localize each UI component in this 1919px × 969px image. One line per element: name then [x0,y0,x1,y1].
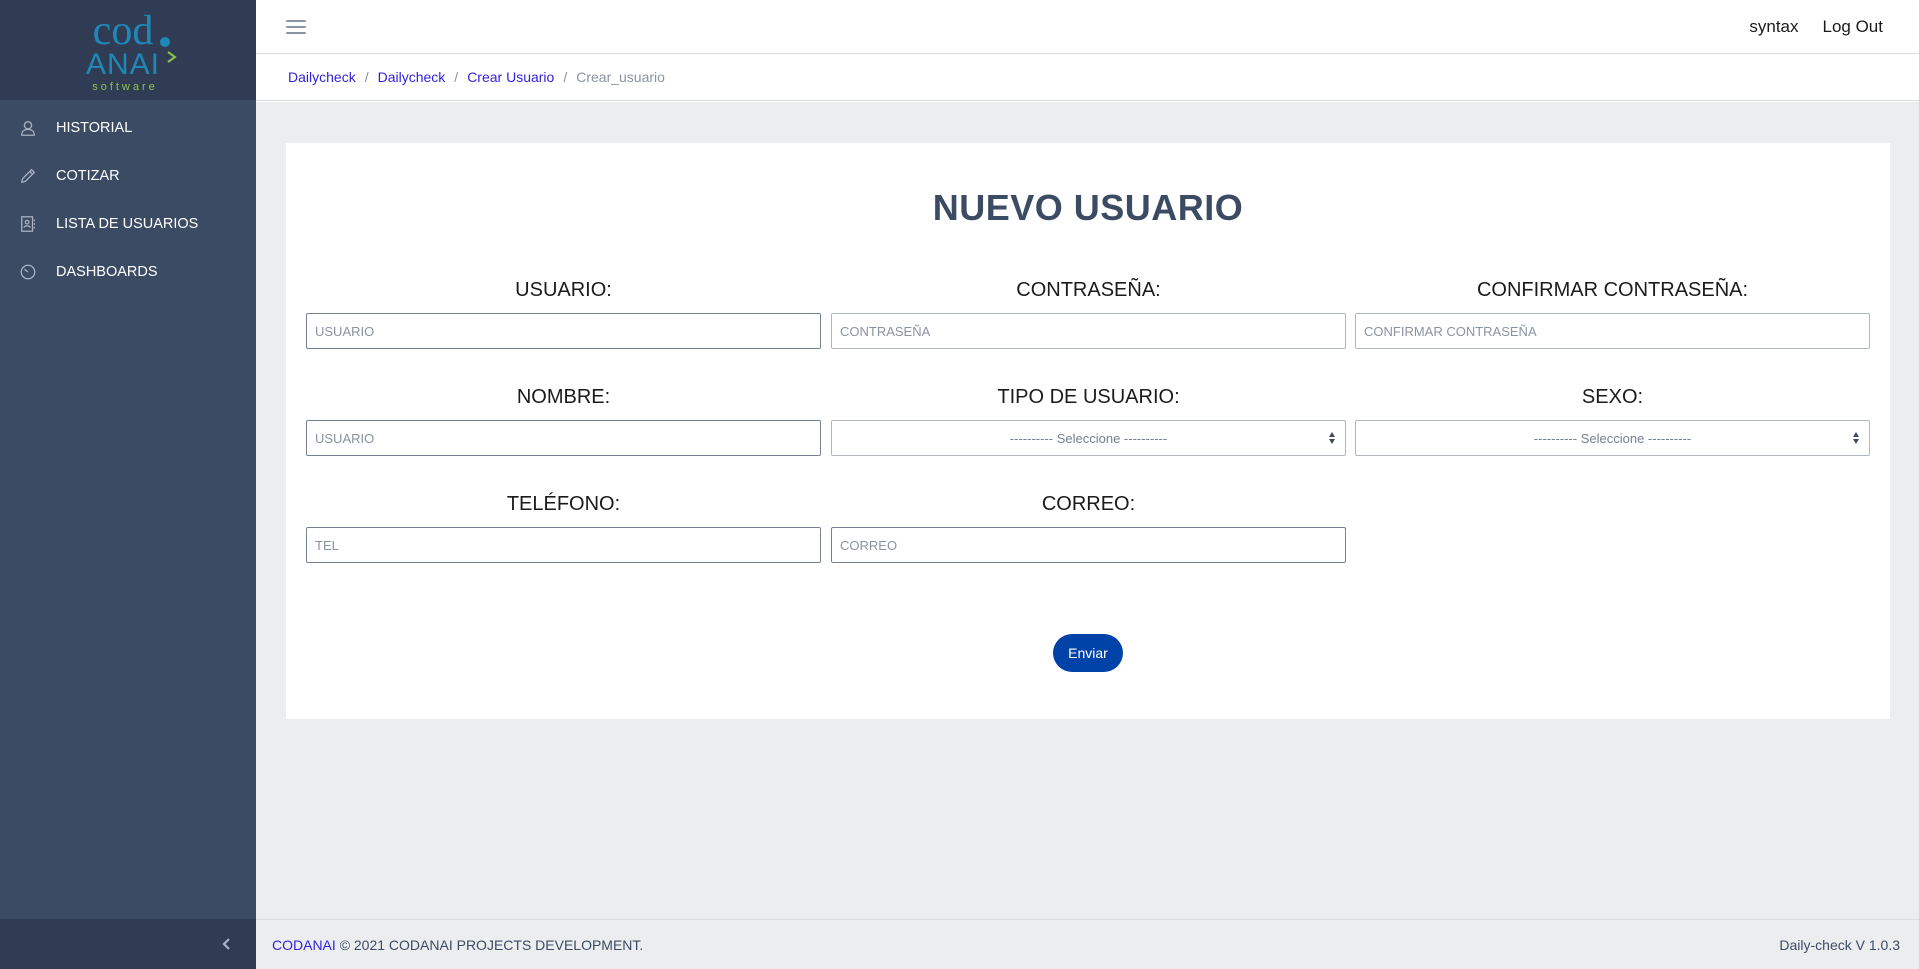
breadcrumb: Dailycheck / Dailycheck / Crear Usuario … [256,54,1919,101]
user-icon [18,118,38,138]
correo-field: CORREO: [831,492,1346,563]
usuario-input[interactable] [306,313,821,349]
header: syntax Log Out Dailycheck / Dailycheck /… [256,0,1919,102]
header-nav: syntax Log Out [1749,17,1883,37]
nombre-label: NOMBRE: [516,386,611,408]
breadcrumb-item[interactable]: Dailycheck [378,69,446,85]
contrasena-field: CONTRASEÑA: [831,278,1346,349]
header-top: syntax Log Out [256,0,1919,54]
logout-link[interactable]: Log Out [1823,17,1884,37]
select-arrows-icon [1329,432,1335,444]
tipo-usuario-field: TIPO DE USUARIO: ---------- Seleccione -… [831,385,1346,456]
sexo-field: SEXO: ---------- Seleccione ---------- [1355,385,1870,456]
sidebar-item-dashboards[interactable]: DASHBOARDS [0,248,256,296]
sidebar-nav: HISTORIAL COTIZAR LISTA DE USUARIOS DASH… [0,100,256,296]
hamburger-icon[interactable] [286,17,306,37]
breadcrumb-separator: / [364,69,369,85]
footer: CODANAI © 2021 CODANAI PROJECTS DEVELOPM… [256,919,1919,969]
new-user-form-card: NUEVO USUARIO USUARIO: CONTRASEÑA: CONFI… [286,143,1890,719]
sidebar-item-label: COTIZAR [56,168,120,184]
contrasena-input[interactable] [831,313,1346,349]
footer-copyright-text: © 2021 CODANAI PROJECTS DEVELOPMENT. [339,936,644,953]
breadcrumb-separator: / [563,69,568,85]
svg-text:ANAI: ANAI [86,48,160,81]
contrasena-label: CONTRASEÑA: [1016,279,1161,301]
speedometer-icon [18,262,38,282]
sexo-label: SEXO: [1581,386,1644,408]
breadcrumb-separator: / [454,69,459,85]
sexo-select[interactable]: ---------- Seleccione ---------- [1355,420,1870,456]
sidebar-item-lista-de-usuarios[interactable]: LISTA DE USUARIOS [0,200,256,248]
breadcrumb-item[interactable]: Dailycheck [288,69,356,85]
nombre-input[interactable] [306,420,821,456]
telefono-input[interactable] [306,527,821,563]
correo-input[interactable] [831,527,1346,563]
breadcrumb-item[interactable]: Crear Usuario [467,69,554,85]
svg-text:software: software [92,81,158,93]
footer-version: Daily-check V 1.0.3 [1779,936,1900,953]
codanai-logo: cod ANAI software [86,8,177,93]
footer-codanai-link[interactable]: CODANAI [272,937,336,953]
confirmar-contrasena-label: CONFIRMAR CONTRASEÑA: [1476,279,1749,301]
telefono-label: TELÉFONO: [506,493,621,515]
confirmar-contrasena-field: CONFIRMAR CONTRASEÑA: [1355,278,1870,349]
correo-label: CORREO: [1041,493,1136,515]
nombre-field: NOMBRE: [306,385,821,456]
sexo-selected: ---------- Seleccione ---------- [1533,430,1692,446]
footer-copyright: CODANAI © 2021 CODANAI PROJECTS DEVELOPM… [272,937,643,953]
page-title: NUEVO USUARIO [932,187,1244,228]
brand[interactable]: cod ANAI software [0,0,256,100]
sidebar-minimize-button[interactable] [0,919,256,969]
pencil-icon [18,166,38,186]
usuario-field: USUARIO: [306,278,821,349]
breadcrumb-current: Crear_usuario [576,69,665,85]
sidebar-item-label: DASHBOARDS [56,264,158,280]
sidebar-item-label: LISTA DE USUARIOS [56,216,199,232]
tipo-usuario-label: TIPO DE USUARIO: [997,386,1180,408]
sidebar: cod ANAI software HISTORIAL COTIZAR LIST… [0,0,256,969]
chevron-left-icon [222,938,230,950]
select-arrows-icon [1853,432,1859,444]
tipo-usuario-selected: ---------- Seleccione ---------- [1009,430,1168,446]
contact-list-icon [18,214,38,234]
usuario-label: USUARIO: [515,279,612,301]
confirmar-contrasena-input[interactable] [1355,313,1870,349]
tipo-usuario-select[interactable]: ---------- Seleccione ---------- [831,420,1346,456]
sidebar-item-label: HISTORIAL [56,120,133,136]
user-link[interactable]: syntax [1749,17,1798,37]
sidebar-item-cotizar[interactable]: COTIZAR [0,152,256,200]
enviar-button[interactable]: Enviar [1053,634,1123,672]
sidebar-item-historial[interactable]: HISTORIAL [0,104,256,152]
telefono-field: TELÉFONO: [306,492,821,563]
